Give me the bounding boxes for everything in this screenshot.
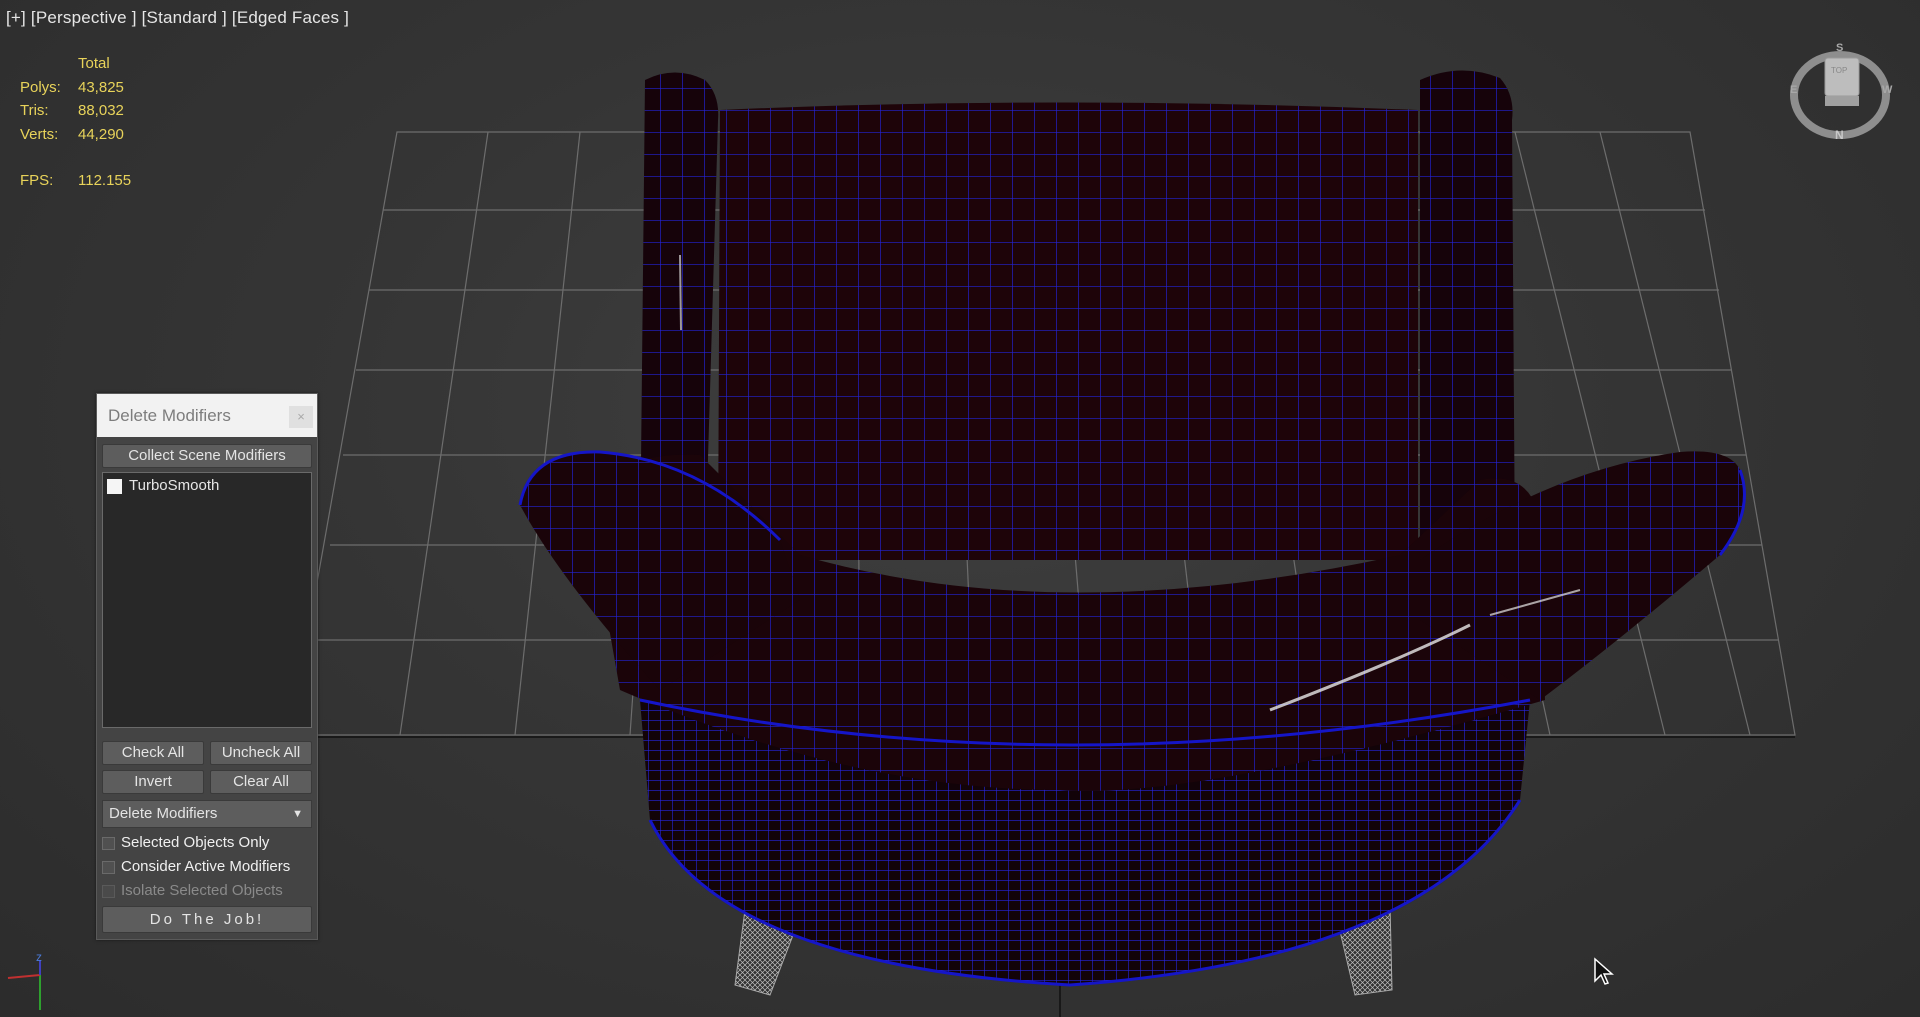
modifier-listbox[interactable]: TurboSmooth	[102, 472, 312, 728]
compass-south[interactable]: S	[1836, 42, 1843, 54]
compass-west[interactable]: W	[1882, 84, 1892, 96]
delete-modifiers-dialog: Delete Modifiers × Collect Scene Modifie…	[96, 393, 318, 940]
checkbox-label: Isolate Selected Objects	[121, 882, 283, 899]
dialog-title: Delete Modifiers	[108, 406, 231, 425]
verts-label: Verts:	[20, 125, 59, 143]
fps-value: 112.155	[78, 172, 132, 189]
check-all-button[interactable]: Check All	[102, 741, 204, 765]
do-the-job-button[interactable]: Do The Job!	[102, 906, 312, 933]
clear-all-button[interactable]: Clear All	[210, 770, 312, 794]
mode-dropdown-value: Delete Modifiers	[109, 805, 218, 822]
uncheck-all-button[interactable]: Uncheck All	[210, 741, 312, 765]
axis-label-z: z	[36, 950, 42, 964]
stats-header: Total	[78, 55, 110, 72]
modifier-checkbox[interactable]	[107, 478, 122, 494]
mode-dropdown[interactable]: Delete Modifiers ▼	[102, 800, 312, 828]
consider-active-modifiers-checkbox[interactable]: Consider Active Modifiers	[102, 858, 290, 878]
axis-tripod	[7, 960, 41, 1010]
checkbox-box[interactable]	[102, 836, 115, 850]
selected-objects-only-checkbox[interactable]: Selected Objects Only	[102, 834, 269, 854]
compass-east[interactable]: E	[1790, 84, 1797, 96]
compass-north[interactable]: N	[1835, 128, 1844, 142]
chevron-down-icon: ▼	[292, 808, 303, 820]
fps-label: FPS:	[20, 172, 54, 189]
verts-value: 44,290	[78, 125, 124, 143]
tris-label: Tris:	[20, 102, 49, 119]
list-item[interactable]: TurboSmooth	[107, 477, 219, 495]
polys-value: 43,825	[78, 78, 124, 96]
mouse-cursor-icon	[1594, 957, 1614, 985]
viewport-label-menu[interactable]: [+] [Perspective ] [Standard ] [Edged Fa…	[6, 8, 349, 28]
checkbox-box[interactable]	[102, 860, 115, 874]
isolate-selected-objects-checkbox: Isolate Selected Objects	[102, 882, 283, 902]
modifier-label: TurboSmooth	[129, 477, 220, 494]
close-button[interactable]: ×	[289, 406, 313, 428]
viewcube-face-label[interactable]: TOP	[1831, 66, 1847, 75]
viewport-statistics: Total Polys: 43,825 Tris: 88,032 Verts: 44,…	[20, 52, 131, 193]
viewcube-navigator[interactable]: TOP S N E W	[1788, 40, 1893, 145]
invert-button[interactable]: Invert	[102, 770, 204, 794]
checkbox-label: Consider Active Modifiers	[121, 858, 291, 875]
checkbox-box	[102, 884, 115, 898]
collect-scene-modifiers-button[interactable]: Collect Scene Modifiers	[102, 444, 312, 468]
checkbox-label: Selected Objects Only	[121, 834, 270, 851]
tris-value: 88,032	[78, 102, 124, 119]
polys-label: Polys:	[20, 78, 61, 96]
dialog-titlebar[interactable]: Delete Modifiers ×	[97, 394, 317, 437]
